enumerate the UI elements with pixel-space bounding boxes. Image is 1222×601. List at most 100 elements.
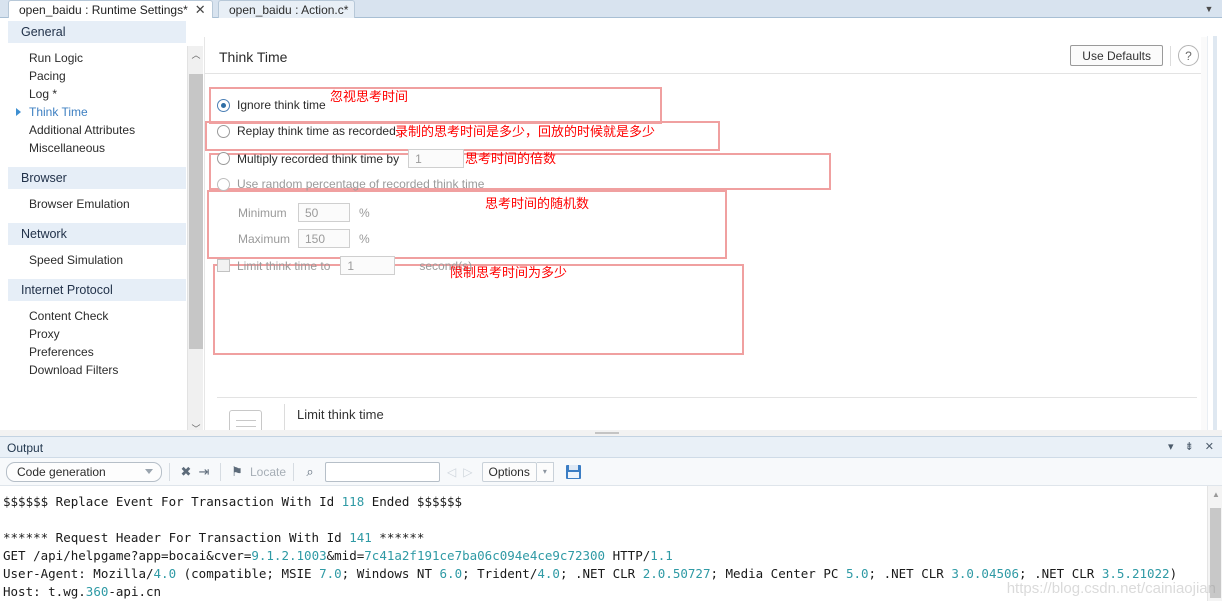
sidebar-item-label: Additional Attributes [29, 123, 136, 137]
console-line: Host: t.wg.360-api.cn [3, 584, 162, 599]
sidebar-item-label: Browser Emulation [29, 197, 130, 211]
pin-icon[interactable]: ⇟ [1185, 440, 1194, 453]
divider [220, 462, 221, 481]
option-random-percentage[interactable]: Use random percentage of recorded think … [217, 177, 484, 191]
caret-right-icon [16, 108, 21, 116]
chevron-down-icon[interactable] [145, 468, 153, 474]
chevron-down-icon[interactable]: ▼ [1202, 2, 1216, 16]
annotation-text-multiply: 思考时间的倍数 [465, 152, 557, 167]
output-panel-title: Output [7, 441, 44, 455]
sidebar-item-label: Miscellaneous [29, 141, 106, 155]
runtime-settings-area: General Run Logic Pacing Log * Think Tim… [0, 18, 1222, 453]
minimum-input[interactable]: 50 [298, 203, 350, 222]
output-console[interactable]: $$$$$$ Replace Event For Transaction Wit… [0, 486, 1222, 599]
multiply-factor-input[interactable]: 1 [408, 149, 465, 168]
annotation-text-ignore: 忽视思考时间 [330, 90, 409, 105]
sidebar-item-log[interactable]: Log * [8, 85, 186, 103]
word-wrap-icon[interactable]: ⇥ [195, 463, 213, 481]
annotation-text-random: 思考时间的随机数 [485, 197, 590, 212]
console-line: GET /api/helpgame?app=bocai&cver=9.1.2.1… [3, 548, 673, 563]
sidebar-item-preferences[interactable]: Preferences [8, 343, 186, 361]
checkbox-limit-think-time[interactable] [217, 259, 230, 272]
sidebar-item-content-check[interactable]: Content Check [8, 307, 186, 325]
sidebar-item-additional-attributes[interactable]: Additional Attributes [8, 121, 186, 139]
radio-multiply-think-time[interactable] [217, 152, 230, 165]
search-input[interactable] [325, 461, 441, 482]
option-multiply-think-time[interactable]: Multiply recorded think time by 1 [217, 149, 465, 168]
locate-icon[interactable]: ⚑ [228, 463, 246, 481]
window-edge-rail [1207, 36, 1222, 453]
sidebar-item-pacing[interactable]: Pacing [8, 67, 186, 85]
radio-random-percentage[interactable] [217, 177, 230, 191]
sidebar-item-miscellaneous[interactable]: Miscellaneous [8, 139, 186, 157]
scroll-up-icon[interactable]: ▲ [1208, 486, 1222, 502]
sidebar-item-label: Speed Simulation [29, 253, 124, 267]
tab-strip: open_baidu : Runtime Settings* ✕ open_ba… [0, 0, 1222, 18]
sidebar-scrollbar[interactable]: ︿ ﹀ [187, 46, 203, 436]
tab-label: open_baidu : Action.c* [229, 2, 349, 17]
locate-label[interactable]: Locate [250, 465, 286, 479]
output-toolbar: Code generation ✖ ⇥ ⚑ Locate ⌕ ◁ ▷ Optio… [0, 458, 1222, 486]
sidebar-item-run-logic[interactable]: Run Logic [8, 49, 186, 67]
clear-icon[interactable]: ✖ [177, 463, 195, 481]
think-time-panel: Think Time Use Defaults ? Ignore think t… [204, 37, 1207, 448]
radio-ignore-think-time[interactable] [217, 98, 230, 112]
annotation-text-limit: 限制思考时间为多少 [450, 266, 568, 281]
close-icon[interactable]: ✕ [195, 3, 206, 16]
save-icon[interactable] [565, 464, 581, 479]
minimum-percentage-row: Minimum 50 % [238, 203, 370, 222]
sidebar-item-think-time[interactable]: Think Time [8, 103, 186, 121]
scrollbar-thumb[interactable] [189, 74, 203, 349]
option-replay-as-recorded[interactable]: Replay think time as recorded [217, 124, 396, 138]
chevron-down-icon[interactable]: ▾ [1168, 440, 1174, 453]
sidebar-group-general: General [8, 21, 186, 43]
sidebar-group-browser: Browser [8, 167, 186, 189]
tab-label: open_baidu : Runtime Settings* [19, 2, 188, 17]
scrollbar-thumb[interactable] [1210, 508, 1221, 598]
help-icon[interactable]: ? [1178, 45, 1199, 66]
limit-seconds-input[interactable]: 1 [340, 256, 396, 275]
annotation-text-replay: 录制的思考时间是多少，回放的时候就是多少 [395, 125, 656, 140]
previous-match-icon[interactable]: ◁ [447, 465, 456, 479]
option-label: Multiply recorded think time by [237, 151, 400, 166]
tab-action-c[interactable]: open_baidu : Action.c* [218, 0, 356, 18]
options-dropdown-icon[interactable]: ▾ [536, 461, 554, 482]
sidebar-item-label: Think Time [29, 105, 88, 119]
output-header: Output ▾ ⇟ ✕ [0, 436, 1222, 458]
sidebar-item-proxy[interactable]: Proxy [8, 325, 186, 343]
next-match-icon[interactable]: ▷ [463, 465, 472, 479]
sidebar-item-browser-emulation[interactable]: Browser Emulation [8, 195, 186, 213]
option-label: Replay think time as recorded [237, 124, 396, 138]
use-defaults-button[interactable]: Use Defaults [1070, 45, 1163, 66]
sidebar-item-download-filters[interactable]: Download Filters [8, 361, 186, 379]
annotation-box-random [207, 190, 727, 259]
search-icon[interactable]: ⌕ [301, 463, 319, 481]
sidebar-item-label: Content Check [29, 309, 109, 323]
output-source-select[interactable]: Code generation [6, 461, 162, 482]
page-title: Think Time [219, 49, 288, 65]
divider [169, 462, 170, 481]
console-line: $$$$$$ Replace Event For Transaction Wit… [3, 494, 463, 509]
maximum-input[interactable]: 150 [298, 229, 350, 248]
radio-replay-as-recorded[interactable] [217, 124, 230, 138]
description-title: Limit think time [297, 407, 384, 422]
option-ignore-think-time[interactable]: Ignore think time [217, 98, 326, 112]
minimum-label: Minimum [238, 205, 287, 220]
options-button[interactable]: Options [481, 461, 537, 482]
sidebar-item-label: Preferences [29, 345, 94, 359]
scroll-up-icon[interactable]: ︿ [188, 46, 204, 62]
application-window: open_baidu : Runtime Settings* ✕ open_ba… [0, 0, 1222, 601]
tab-runtime-settings[interactable]: open_baidu : Runtime Settings* ✕ [8, 0, 213, 18]
maximum-label: Maximum [238, 231, 291, 246]
settings-sidebar: General Run Logic Pacing Log * Think Tim… [8, 21, 186, 433]
option-limit-think-time[interactable]: Limit think time to 1 second(s) [217, 256, 472, 275]
output-header-actions: ▾ ⇟ ✕ [1168, 440, 1214, 453]
console-scrollbar[interactable]: ▲ [1207, 486, 1222, 601]
sidebar-item-label: Proxy [29, 327, 60, 341]
close-icon[interactable]: ✕ [1205, 440, 1214, 453]
sidebar-group-network: Network [8, 223, 186, 245]
output-source-value: Code generation [17, 464, 106, 479]
console-line: ****** Request Header For Transaction Wi… [3, 530, 425, 545]
sidebar-item-speed-simulation[interactable]: Speed Simulation [8, 251, 186, 269]
